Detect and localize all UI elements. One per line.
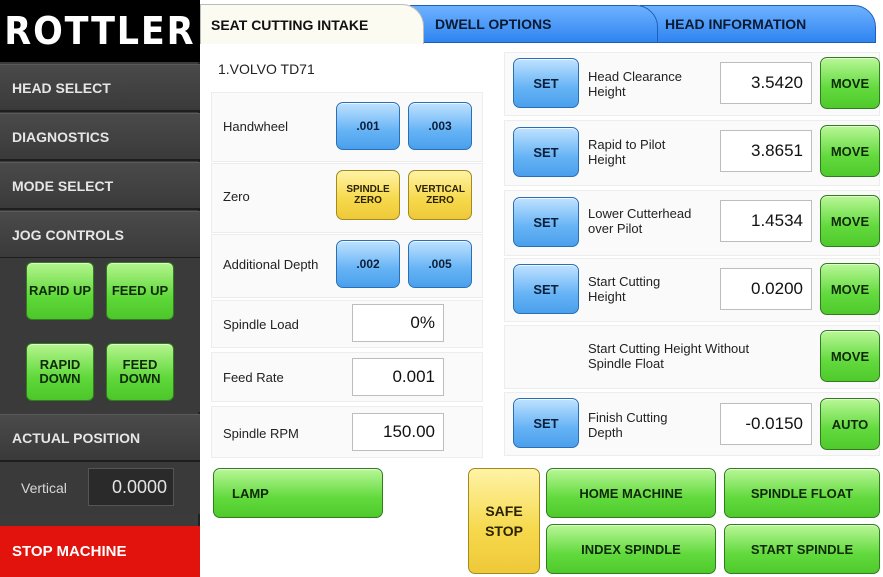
head-clearance-value[interactable]: 3.5420 (720, 62, 812, 104)
rapid-pilot-label: Rapid to Pilot Height (588, 137, 666, 167)
tab-dwell-options-label: DWELL OPTIONS (435, 16, 552, 32)
rapid-pilot-move-button[interactable]: MOVE (820, 125, 880, 177)
start-cutting-no-float-label: Start Cutting Height Without Spindle Flo… (588, 341, 750, 371)
actual-position-header: ACTUAL POSITION (0, 414, 200, 462)
start-cutting-value[interactable]: 0.0200 (720, 268, 812, 310)
home-machine-button[interactable]: HOME MACHINE (546, 468, 716, 518)
logo-text: ROTTLER (4, 9, 196, 53)
head-name: 1.VOLVO TD71 (218, 61, 315, 77)
lower-cutterhead-value[interactable]: 1.4534 (720, 200, 812, 242)
handwheel-003-button[interactable]: .003 (408, 102, 472, 150)
handwheel-001-button[interactable]: .001 (336, 102, 400, 150)
rapid-pilot-set-button[interactable]: SET (513, 127, 579, 177)
head-clearance-move-button[interactable]: MOVE (820, 57, 880, 109)
tab-dwell-options[interactable]: DWELL OPTIONS (410, 5, 658, 43)
start-cutting-set-button[interactable]: SET (513, 264, 579, 314)
lower-cutterhead-label: Lower Cutterhead over Pilot (588, 206, 692, 236)
vertical-position-label: Vertical (21, 480, 67, 496)
mode-select-button[interactable]: MODE SELECT (0, 162, 200, 210)
head-clearance-label: Head Clearance Height (588, 69, 682, 99)
rapid-down-button[interactable]: RAPID DOWN (26, 343, 94, 401)
finish-cutting-value[interactable]: -0.0150 (720, 403, 812, 445)
lamp-button[interactable]: LAMP (213, 468, 383, 518)
stop-machine-button[interactable]: STOP MACHINE (0, 526, 200, 577)
sidebar: ROTTLER HEAD SELECT DIAGNOSTICS MODE SEL… (0, 0, 200, 577)
rapid-pilot-value[interactable]: 3.8651 (720, 130, 812, 172)
head-clearance-set-button[interactable]: SET (513, 58, 579, 108)
finish-cutting-label: Finish Cutting Depth (588, 410, 668, 440)
lower-cutterhead-move-button[interactable]: MOVE (820, 195, 880, 247)
tab-seat-cutting-intake-label: SEAT CUTTING INTAKE (211, 16, 369, 33)
start-spindle-button[interactable]: START SPINDLE (724, 524, 880, 574)
handwheel-label: Handwheel (223, 119, 289, 134)
zero-label: Zero (223, 189, 250, 204)
feed-up-button[interactable]: FEED UP (106, 262, 174, 320)
spindle-rpm-value[interactable]: 150.00 (352, 413, 444, 451)
spindle-load-label: Spindle Load (223, 317, 299, 332)
tab-seat-cutting-intake[interactable]: SEAT CUTTING INTAKE (200, 4, 424, 44)
spindle-zero-button[interactable]: SPINDLE ZERO (336, 170, 400, 220)
rapid-up-button[interactable]: RAPID UP (26, 262, 94, 320)
vertical-position-value: 0.0000 (88, 468, 174, 506)
start-cutting-label: Start Cutting Height (588, 274, 661, 304)
spindle-float-button[interactable]: SPINDLE FLOAT (724, 468, 880, 518)
tab-head-information[interactable]: HEAD INFORMATION (640, 5, 876, 43)
additional-depth-label: Additional Depth (223, 257, 319, 272)
head-select-button[interactable]: HEAD SELECT (0, 64, 200, 112)
spindle-load-value: 0% (352, 304, 444, 342)
safe-stop-button[interactable]: SAFE STOP (468, 468, 540, 574)
rottler-logo: ROTTLER (0, 0, 200, 62)
finish-cutting-auto-button[interactable]: AUTO (820, 398, 880, 450)
spindle-rpm-label: Spindle RPM (223, 426, 299, 441)
depth-002-button[interactable]: .002 (336, 240, 400, 288)
feed-rate-label: Feed Rate (223, 370, 284, 385)
feed-rate-value: 0.001 (352, 358, 444, 396)
tab-head-information-label: HEAD INFORMATION (665, 16, 807, 32)
vertical-zero-button[interactable]: VERTICAL ZERO (408, 170, 472, 220)
index-spindle-button[interactable]: INDEX SPINDLE (546, 524, 716, 574)
jog-controls-header: JOG CONTROLS (0, 211, 200, 259)
start-cutting-move-button[interactable]: MOVE (820, 263, 880, 315)
finish-cutting-set-button[interactable]: SET (513, 398, 579, 448)
depth-005-button[interactable]: .005 (408, 240, 472, 288)
lower-cutterhead-set-button[interactable]: SET (513, 197, 579, 247)
feed-down-button[interactable]: FEED DOWN (106, 343, 174, 401)
diagnostics-button[interactable]: DIAGNOSTICS (0, 113, 200, 161)
start-cutting-no-float-move-button[interactable]: MOVE (820, 330, 880, 382)
